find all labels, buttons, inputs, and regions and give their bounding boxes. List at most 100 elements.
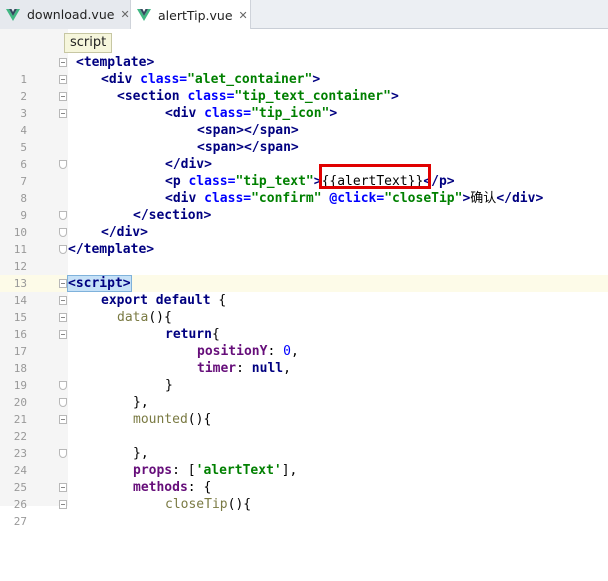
fold-marker-icon[interactable] — [59, 75, 67, 84]
fold-marker-icon[interactable] — [59, 228, 67, 237]
code-token: <div — [101, 72, 141, 87]
fold-marker-icon[interactable] — [59, 245, 67, 254]
fold-marker-icon[interactable] — [59, 160, 67, 169]
code-line: 15 export default { — [0, 292, 608, 324]
editor-tab-bar: download.vue ✕ alertTip.vue ✕ — [0, 0, 608, 30]
code-line: 27 closeTip(){ — [0, 496, 608, 528]
code-token: "confirm" — [251, 191, 330, 206]
fold-marker-icon[interactable] — [59, 313, 67, 322]
code-token: > — [329, 106, 338, 121]
code-line: 8 <p class="tip_text">{{alertText}}</p> — [0, 173, 608, 205]
code-line: 12 </template> — [0, 241, 608, 273]
code-line: 22 mounted(){ — [0, 411, 608, 443]
code-token: </div> — [101, 225, 148, 240]
code-line: 26 methods: { — [0, 479, 608, 511]
code-token: : [ — [172, 463, 196, 478]
code-line: 10 </section> — [0, 207, 608, 239]
code-token: positionY — [197, 344, 268, 359]
code-line: 24 }, — [0, 445, 608, 477]
tab-label: alertTip.vue — [158, 7, 233, 23]
code-line: 3 <section class="tip_text_container"> — [0, 88, 608, 120]
code-line: 14 <script> — [0, 275, 608, 307]
close-icon[interactable]: ✕ — [120, 9, 129, 20]
code-line: 5 <span></span> — [0, 122, 608, 154]
code-token: { — [211, 327, 220, 342]
code-token: class= — [204, 191, 252, 206]
tab-label: download.vue — [27, 7, 115, 22]
code-token: props — [133, 463, 173, 478]
code-token: export default — [101, 293, 219, 308]
close-icon[interactable]: ✕ — [239, 10, 248, 21]
code-token: </section> — [133, 208, 212, 223]
fold-marker-icon[interactable] — [59, 296, 67, 305]
code-token: (){ — [187, 412, 212, 427]
code-token: <span></span> — [197, 140, 299, 155]
code-token: > — [312, 72, 321, 87]
code-token: <div — [165, 106, 205, 121]
code-token: (){ — [227, 497, 252, 512]
code-line: 7 </div> — [0, 156, 608, 188]
fold-marker-icon[interactable] — [59, 500, 67, 509]
code-token: <template> — [76, 55, 155, 70]
code-token: "tip_text" — [235, 174, 314, 189]
code-token: } — [165, 378, 173, 393]
code-token: data — [117, 310, 149, 325]
code-token: methods — [133, 480, 188, 495]
code-line: 23 — [0, 428, 608, 460]
code-line: 17 return{ — [0, 326, 608, 358]
fold-marker-icon[interactable] — [59, 381, 67, 390]
code-line: 19 timer: null, — [0, 360, 608, 392]
code-token: return — [165, 327, 212, 342]
code-token: > — [390, 89, 399, 104]
code-token: ], — [281, 463, 298, 478]
code-token: "alet_container" — [187, 72, 313, 87]
fold-marker-icon[interactable] — [59, 109, 67, 118]
code-line: 21 }, — [0, 394, 608, 426]
fold-marker-icon[interactable] — [59, 398, 67, 407]
code-token: : { — [187, 480, 212, 495]
fold-marker-icon[interactable] — [59, 330, 67, 339]
line-number: 27 — [13, 515, 27, 528]
fold-marker-icon[interactable] — [59, 415, 67, 424]
fold-marker-icon[interactable] — [59, 279, 67, 288]
fold-marker-icon[interactable] — [59, 58, 67, 67]
code-token: : — [267, 344, 284, 359]
code-token: , — [283, 361, 291, 376]
fold-marker-icon[interactable] — [59, 449, 67, 458]
code-token: , — [290, 344, 299, 359]
tab-alerttip-vue[interactable]: alertTip.vue ✕ — [131, 0, 251, 30]
code-token: 'alertText' — [195, 463, 282, 478]
code-token: </p> — [423, 174, 455, 189]
code-token: "closeTip" — [384, 191, 463, 206]
code-line: 18 positionY: 0, — [0, 343, 608, 375]
vue-file-icon — [137, 9, 151, 21]
fold-marker-icon[interactable] — [59, 483, 67, 492]
code-token: 0 — [283, 344, 291, 359]
code-token: > — [313, 174, 322, 189]
code-token: @click= — [329, 191, 385, 206]
code-token: 确认 — [470, 191, 497, 206]
code-token: }, — [133, 395, 149, 410]
code-token: { — [218, 293, 227, 308]
code-token: </div> — [496, 191, 544, 206]
code-token: timer — [197, 361, 237, 376]
code-line: 20 } — [0, 377, 608, 409]
tab-download-vue[interactable]: download.vue ✕ — [0, 0, 131, 29]
fold-marker-icon[interactable] — [59, 211, 67, 220]
code-line: 6 <span></span> — [0, 139, 608, 171]
code-line: 9 <div class="confirm" @click="closeTip"… — [0, 190, 608, 222]
fold-marker-icon[interactable] — [59, 92, 67, 101]
code-line: 25 props: ['alertText'], — [0, 462, 608, 494]
code-token: class= — [188, 174, 236, 189]
code-token: mounted — [133, 412, 188, 427]
code-token: <script> — [67, 275, 132, 292]
code-token: </div> — [165, 157, 212, 172]
code-token: <section — [117, 89, 188, 104]
code-token: </template> — [68, 242, 155, 257]
code-token: }, — [133, 446, 149, 461]
breadcrumb[interactable]: script — [64, 33, 113, 53]
code-token: (){ — [148, 310, 172, 325]
code-line: 4 <div class="tip_icon"> — [0, 105, 608, 137]
code-token: closeTip — [165, 497, 228, 512]
code-line: 13 — [0, 258, 608, 290]
